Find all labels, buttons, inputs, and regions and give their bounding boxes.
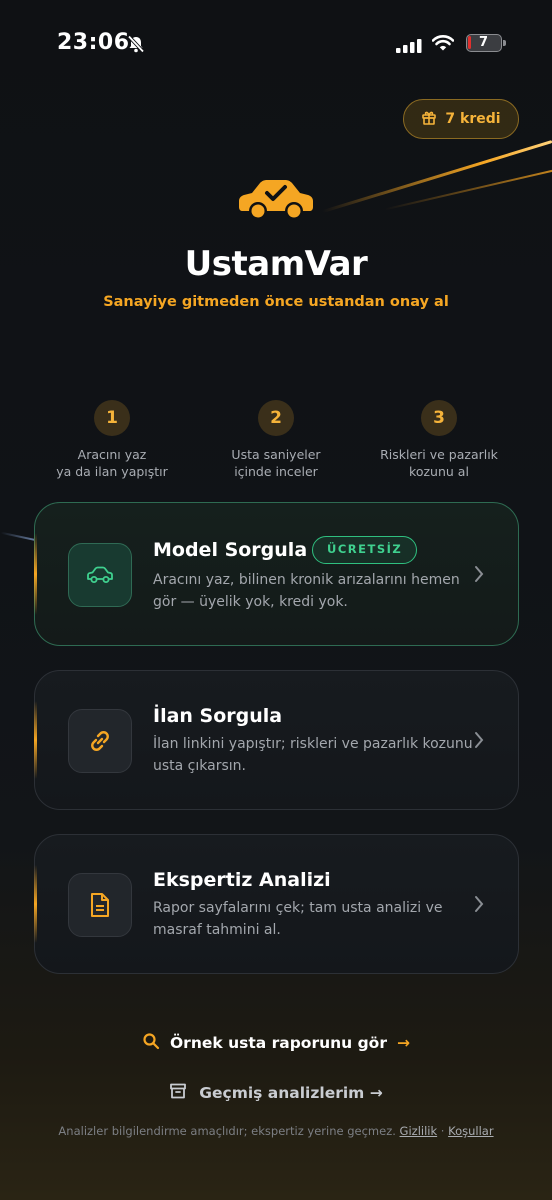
step-1: 1 Aracını yaz ya da ilan yapıştır — [27, 400, 197, 480]
step-text: kozunu al — [409, 464, 469, 479]
document-icon — [68, 873, 132, 937]
footer-separator: · — [440, 1124, 445, 1138]
step-number: 2 — [258, 400, 294, 436]
app-tagline: Sanayiye gitmeden önce ustandan onay al — [103, 294, 449, 310]
search-icon — [142, 1032, 160, 1054]
card-title: Ekspertiz Analizi — [153, 869, 331, 891]
wifi-icon — [431, 34, 455, 56]
battery-level: 7 — [478, 35, 489, 50]
card-description: Aracını yaz, bilinen kronik arızalarını … — [153, 572, 460, 610]
card-title: Model Sorgula — [153, 539, 308, 561]
cellular-signal-icon — [396, 38, 422, 57]
card-title: İlan Sorgula — [153, 705, 283, 727]
battery-icon: 7 — [466, 34, 506, 52]
terms-link[interactable]: Koşullar — [448, 1124, 493, 1138]
gift-icon — [421, 109, 437, 129]
chevron-right-icon — [474, 895, 484, 917]
step-text: içinde inceler — [234, 464, 318, 479]
archive-icon — [169, 1082, 187, 1104]
history-label: Geçmiş analizlerim → — [199, 1084, 383, 1102]
car-icon — [68, 543, 132, 607]
chevron-right-icon — [474, 731, 484, 753]
step-text: Usta saniyeler — [231, 447, 321, 462]
step-3: 3 Riskleri ve pazarlık kozunu al — [354, 400, 524, 480]
sample-report-link[interactable]: Örnek usta raporunu gör → — [0, 1032, 552, 1054]
model-query-card[interactable]: Model Sorgula ÜCRETSİZ Aracını yaz, bili… — [34, 502, 519, 646]
app-name: UstamVar — [184, 244, 368, 284]
status-time: 23:06 — [57, 30, 130, 55]
step-text: Aracını yaz — [77, 447, 147, 462]
arrow-right-icon: → — [396, 1034, 410, 1052]
link-icon — [68, 709, 132, 773]
disclaimer-text: Analizler bilgilendirme amaçlıdır; ekspe… — [58, 1124, 396, 1138]
credits-label: 7 kredi — [445, 111, 501, 127]
privacy-link[interactable]: Gizlilik — [400, 1124, 438, 1138]
credits-button[interactable]: 7 kredi — [403, 99, 519, 139]
free-badge: ÜCRETSİZ — [312, 536, 418, 564]
status-bar: 23:06 7 — [0, 30, 552, 60]
sample-report-label: Örnek usta raporunu gör — [170, 1034, 387, 1052]
listing-query-card[interactable]: İlan Sorgula İlan linkini yapıştır; risk… — [34, 670, 519, 810]
footer: Analizler bilgilendirme amaçlıdır; ekspe… — [0, 1124, 552, 1138]
history-link[interactable]: Geçmiş analizlerim → — [0, 1082, 552, 1104]
expertise-analysis-card[interactable]: Ekspertiz Analizi Rapor sayfalarını çek;… — [34, 834, 519, 974]
bell-muted-icon — [126, 34, 146, 58]
card-description: İlan linkini yapıştır; riskleri ve pazar… — [153, 736, 473, 774]
step-2: 2 Usta saniyeler içinde inceler — [191, 400, 361, 480]
decorative-streak — [384, 168, 552, 211]
brand-logo-car-icon — [236, 177, 316, 227]
chevron-right-icon — [474, 565, 484, 587]
step-text: Riskleri ve pazarlık — [380, 447, 498, 462]
step-text: ya da ilan yapıştır — [56, 464, 168, 479]
step-number: 3 — [421, 400, 457, 436]
step-number: 1 — [94, 400, 130, 436]
card-description: Rapor sayfalarını çek; tam usta analizi … — [153, 900, 443, 938]
